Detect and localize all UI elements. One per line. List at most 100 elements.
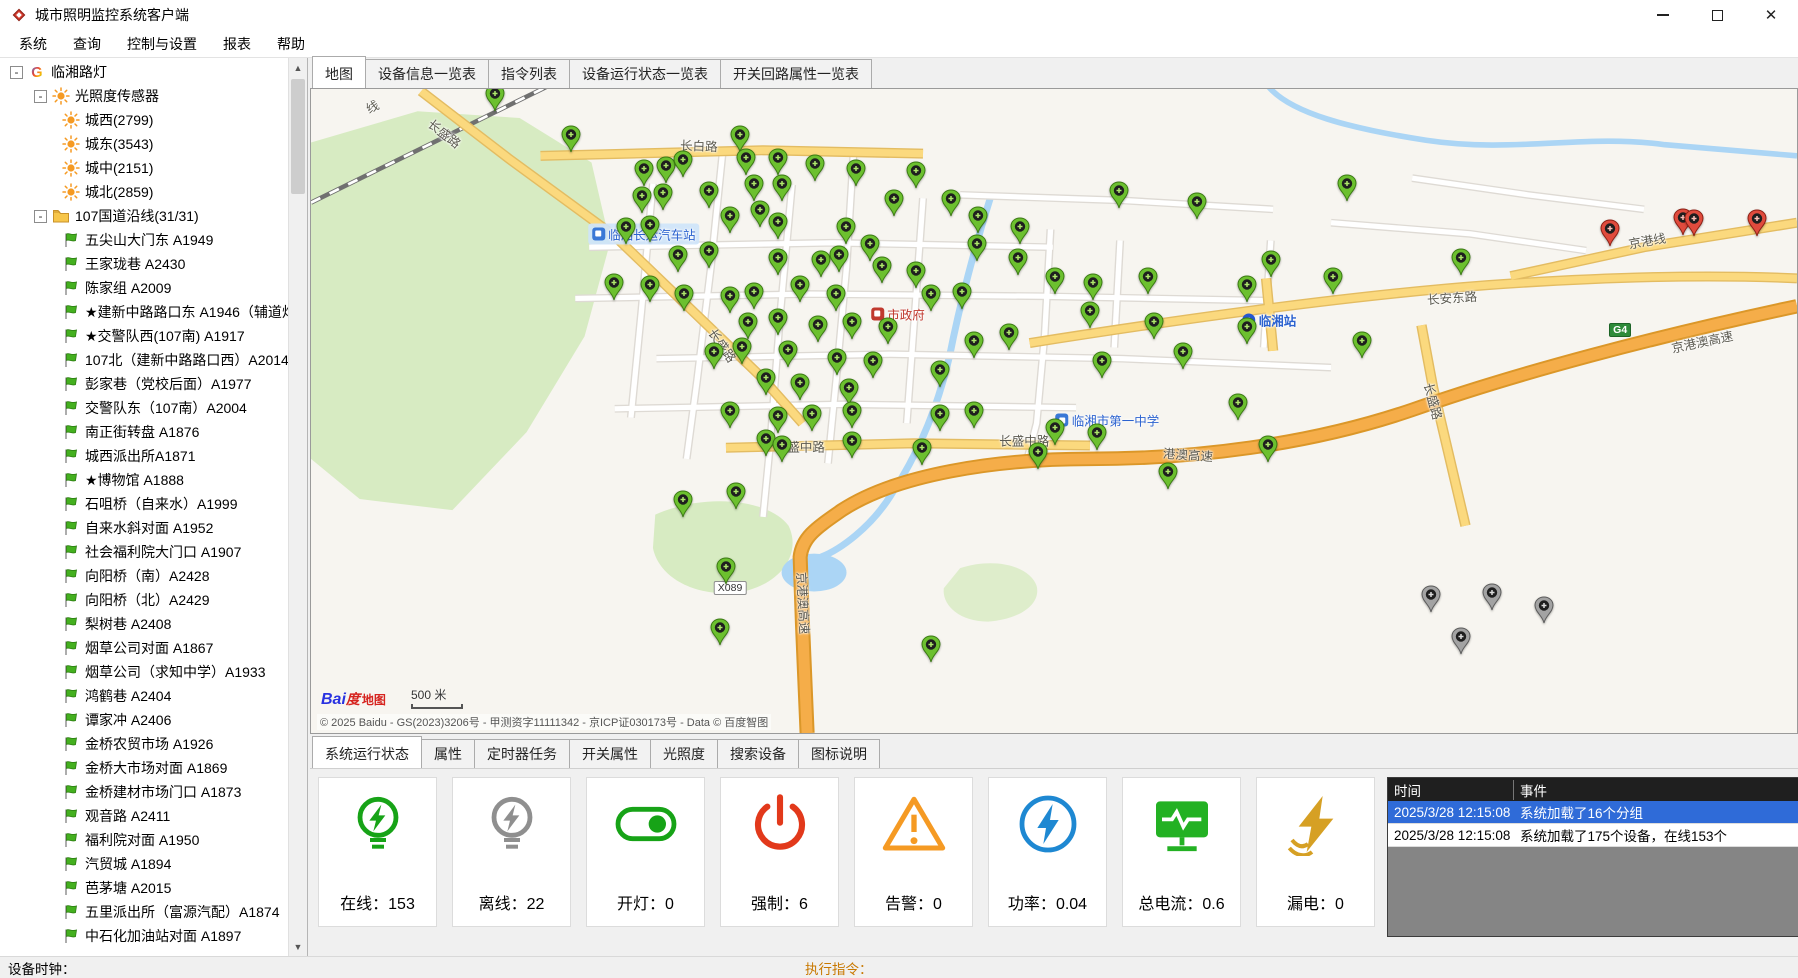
device-pin-online[interactable] — [930, 404, 950, 432]
device-pin-online[interactable] — [836, 217, 856, 245]
device-pin-alarm[interactable] — [1684, 209, 1704, 237]
device-pin-online[interactable] — [772, 435, 792, 463]
tree-device-1-20[interactable]: 谭家冲 A2406 — [0, 708, 288, 732]
main-tab-0[interactable]: 地图 — [312, 56, 366, 88]
device-pin-online[interactable] — [673, 490, 693, 518]
device-pin-online[interactable] — [842, 401, 862, 429]
tree-device-0-1[interactable]: 城东(3543) — [0, 132, 288, 156]
tree-device-1-5[interactable]: 107北（建新中路路口西）A2014 — [0, 348, 288, 372]
main-tab-2[interactable]: 指令列表 — [488, 59, 570, 88]
minimize-button[interactable] — [1636, 0, 1690, 30]
tree-expander-icon[interactable]: - — [34, 90, 47, 103]
tree-device-1-8[interactable]: 南正街转盘 A1876 — [0, 420, 288, 444]
tree-device-1-18[interactable]: 烟草公司（求知中学）A1933 — [0, 660, 288, 684]
device-pin-online[interactable] — [720, 286, 740, 314]
menu-item-1[interactable]: 查询 — [60, 30, 114, 58]
device-pin-online[interactable] — [1045, 418, 1065, 446]
device-pin-online[interactable] — [1028, 442, 1048, 470]
device-pin-online[interactable] — [805, 154, 825, 182]
tree-device-1-22[interactable]: 金桥大市场对面 A1869 — [0, 756, 288, 780]
device-pin-online[interactable] — [842, 431, 862, 459]
device-pin-online[interactable] — [768, 308, 788, 336]
tree-device-1-10[interactable]: ★博物馆 A1888 — [0, 468, 288, 492]
device-pin-online[interactable] — [1158, 462, 1178, 490]
device-pin-online[interactable] — [872, 256, 892, 284]
device-pin-online[interactable] — [732, 337, 752, 365]
device-pin-online[interactable] — [710, 618, 730, 646]
device-pin-online[interactable] — [772, 174, 792, 202]
device-pin-online[interactable] — [1352, 331, 1372, 359]
device-pin-online[interactable] — [1138, 267, 1158, 295]
device-pin-online[interactable] — [561, 125, 581, 153]
device-pin-online[interactable] — [1237, 275, 1257, 303]
bottom-tab-1[interactable]: 属性 — [421, 739, 475, 768]
tree-device-1-2[interactable]: 陈家组 A2009 — [0, 276, 288, 300]
device-pin-online[interactable] — [1008, 248, 1028, 276]
bottom-tab-5[interactable]: 搜索设备 — [717, 739, 799, 768]
bottom-tab-6[interactable]: 图标说明 — [798, 739, 880, 768]
device-pin-online[interactable] — [768, 248, 788, 276]
tree-device-1-3[interactable]: ★建新中路路口东 A1946（辅道灯） — [0, 300, 288, 324]
device-pin-online[interactable] — [1187, 192, 1207, 220]
scroll-down-icon[interactable]: ▼ — [289, 937, 307, 956]
scrollbar-thumb[interactable] — [291, 79, 305, 194]
menu-item-3[interactable]: 报表 — [210, 30, 264, 58]
bottom-tab-3[interactable]: 开关属性 — [569, 739, 651, 768]
device-pin-online[interactable] — [736, 148, 756, 176]
tree-device-1-26[interactable]: 汽贸城 A1894 — [0, 852, 288, 876]
device-pin-online[interactable] — [826, 284, 846, 312]
device-pin-online[interactable] — [778, 340, 798, 368]
device-pin-online[interactable] — [941, 189, 961, 217]
tree-device-1-14[interactable]: 向阳桥（南）A2428 — [0, 564, 288, 588]
device-pin-online[interactable] — [1144, 312, 1164, 340]
main-tab-4[interactable]: 开关回路属性一览表 — [720, 59, 872, 88]
device-pin-online[interactable] — [756, 368, 776, 396]
device-pin-online[interactable] — [1228, 393, 1248, 421]
device-pin-online[interactable] — [999, 323, 1019, 351]
device-pin-online[interactable] — [616, 217, 636, 245]
device-pin-online[interactable] — [906, 161, 926, 189]
device-pin-online[interactable] — [726, 482, 746, 510]
tree-device-1-23[interactable]: 金桥建材市场门口 A1873 — [0, 780, 288, 804]
tree-scrollbar[interactable]: ▲ ▼ — [288, 58, 307, 956]
device-pin-online[interactable] — [738, 312, 758, 340]
device-pin-online[interactable] — [829, 245, 849, 273]
tree-device-1-0[interactable]: 五尖山大门东 A1949 — [0, 228, 288, 252]
device-pin-online[interactable] — [921, 284, 941, 312]
device-pin-online[interactable] — [744, 282, 764, 310]
tree-device-1-27[interactable]: 芭茅塘 A2015 — [0, 876, 288, 900]
menu-item-4[interactable]: 帮助 — [264, 30, 318, 58]
tree-device-1-1[interactable]: 王家珑巷 A2430 — [0, 252, 288, 276]
maximize-button[interactable] — [1690, 0, 1744, 30]
event-log-row[interactable]: 2025/3/28 12:15:08系统加载了16个分组 — [1388, 801, 1798, 824]
device-pin-online[interactable] — [1010, 217, 1030, 245]
device-pin-online[interactable] — [1045, 267, 1065, 295]
device-pin-online[interactable] — [744, 174, 764, 202]
device-pin-online[interactable] — [1109, 181, 1129, 209]
bottom-tab-0[interactable]: 系统运行状态 — [312, 736, 422, 768]
device-pin-online[interactable] — [912, 438, 932, 466]
device-pin-online[interactable] — [863, 351, 883, 379]
device-pin-alarm[interactable] — [1600, 219, 1620, 247]
tree-device-1-16[interactable]: 梨树巷 A2408 — [0, 612, 288, 636]
device-pin-online[interactable] — [1323, 267, 1343, 295]
device-pin-online[interactable] — [768, 148, 788, 176]
device-pin-online[interactable] — [1261, 250, 1281, 278]
device-pin-online[interactable] — [653, 183, 673, 211]
device-pin-online[interactable] — [802, 404, 822, 432]
tree-device-1-24[interactable]: 观音路 A2411 — [0, 804, 288, 828]
device-pin-online[interactable] — [846, 159, 866, 187]
device-pin-online[interactable] — [1083, 273, 1103, 301]
tree-device-1-28[interactable]: 五里派出所（富源汽配）A1874 — [0, 900, 288, 924]
device-pin-offline[interactable] — [1482, 583, 1502, 611]
tree-group-1[interactable]: -107国道沿线(31/31) — [0, 204, 288, 228]
tree-expander-icon[interactable]: - — [10, 66, 23, 79]
tree-device-1-25[interactable]: 福利院对面 A1950 — [0, 828, 288, 852]
device-pin-online[interactable] — [1451, 248, 1471, 276]
scrollbar-track[interactable] — [289, 196, 307, 937]
device-pin-online[interactable] — [634, 159, 654, 187]
device-pin-online[interactable] — [674, 284, 694, 312]
device-pin-offline[interactable] — [1451, 627, 1471, 655]
tree-device-1-9[interactable]: 城西派出所A1871 — [0, 444, 288, 468]
device-pin-online[interactable] — [716, 557, 736, 585]
